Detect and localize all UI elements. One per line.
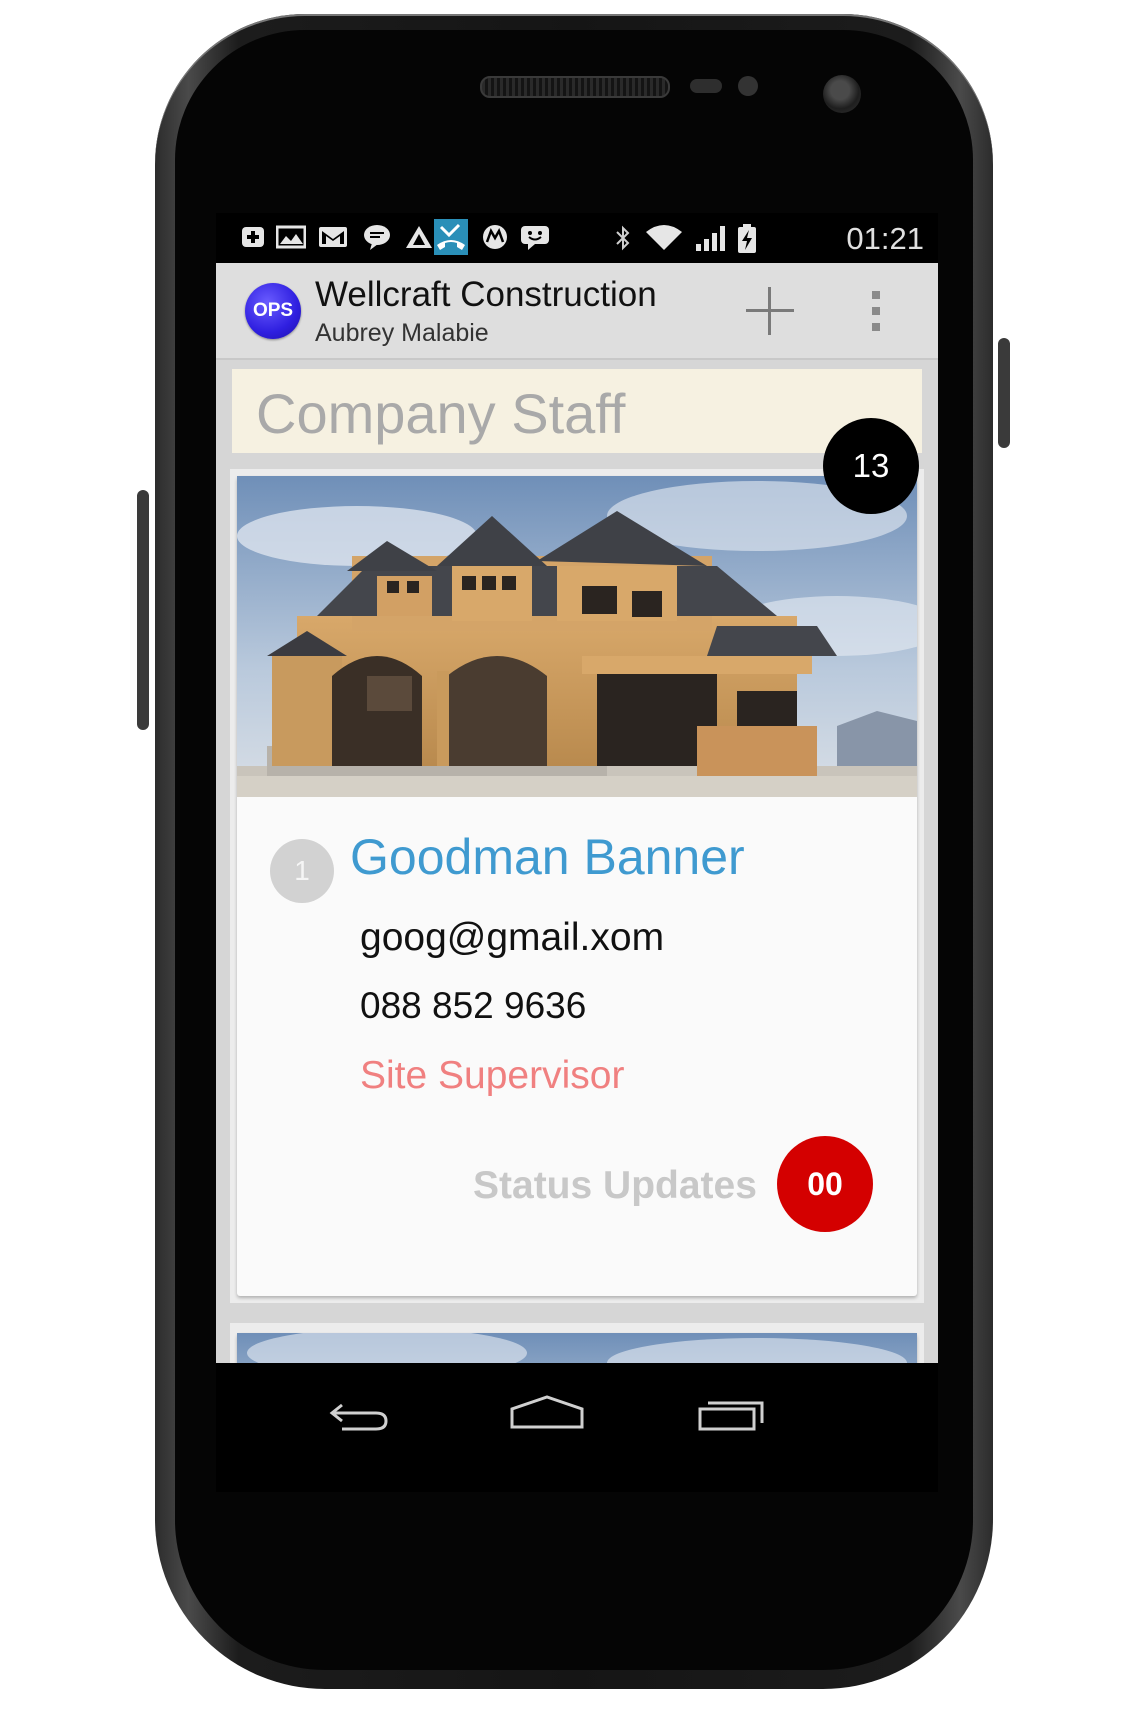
staff-phone[interactable]: 088 852 9636: [360, 985, 586, 1027]
status-bar: 01:21: [216, 213, 938, 263]
content-list[interactable]: Company Staff 13 1 Goodman Banner goog@g…: [216, 360, 938, 1363]
section-header: Company Staff: [232, 369, 922, 453]
earpiece-speaker: [480, 76, 670, 98]
chat-icon: [362, 224, 392, 250]
light-sensor: [738, 76, 758, 96]
add-button[interactable]: [742, 283, 798, 339]
screen: 01:21 OPS Wellcraft Construction Aubrey …: [216, 213, 938, 1492]
staff-email[interactable]: goog@gmail.xom: [360, 916, 664, 960]
home-icon[interactable]: [502, 1387, 592, 1443]
app-logo[interactable]: OPS: [245, 283, 301, 339]
more-vert-icon-dot: [872, 307, 880, 315]
motorola-icon: [480, 224, 510, 250]
status-updates-count[interactable]: 00: [777, 1136, 873, 1232]
power-button: [998, 338, 1010, 448]
battery-icon: [736, 224, 758, 253]
messenger-icon: [520, 224, 550, 250]
recent-apps-icon[interactable]: [686, 1387, 776, 1443]
wifi-icon: [644, 224, 684, 250]
status-updates-label[interactable]: Status Updates: [473, 1164, 757, 1208]
staff-name[interactable]: Goodman Banner: [350, 828, 745, 886]
staff-index: 1: [270, 839, 334, 903]
photo-mail-icon: [275, 224, 307, 250]
app-subtitle: Aubrey Malabie: [315, 319, 489, 347]
gmail-icon: [318, 224, 348, 250]
status-time: 01:21: [846, 221, 924, 256]
bluetooth-icon: [608, 224, 638, 251]
app-icon: [404, 224, 434, 250]
staff-count-badge: 13: [823, 418, 919, 514]
app-title: Wellcraft Construction: [315, 275, 657, 314]
more-vert-icon-dot: [872, 323, 880, 331]
proximity-sensor: [690, 79, 722, 93]
missed-call-icon: [434, 219, 468, 255]
front-camera: [823, 75, 861, 113]
house-photo: [237, 1333, 917, 1363]
section-title: Company Staff: [256, 382, 626, 445]
navigation-bar: [216, 1363, 938, 1463]
staff-card[interactable]: [237, 1333, 917, 1363]
house-photo: [237, 476, 917, 797]
signal-icon: [694, 224, 730, 251]
staff-role: Site Supervisor: [360, 1054, 625, 1097]
more-vert-icon: [872, 291, 880, 299]
add-notification-icon: [238, 224, 268, 250]
action-bar: OPS Wellcraft Construction Aubrey Malabi…: [216, 263, 938, 360]
volume-button: [137, 490, 149, 730]
staff-card[interactable]: 1 Goodman Banner goog@gmail.xom 088 852 …: [237, 476, 917, 1296]
overflow-menu-button[interactable]: [866, 287, 886, 335]
back-icon[interactable]: [314, 1387, 404, 1443]
